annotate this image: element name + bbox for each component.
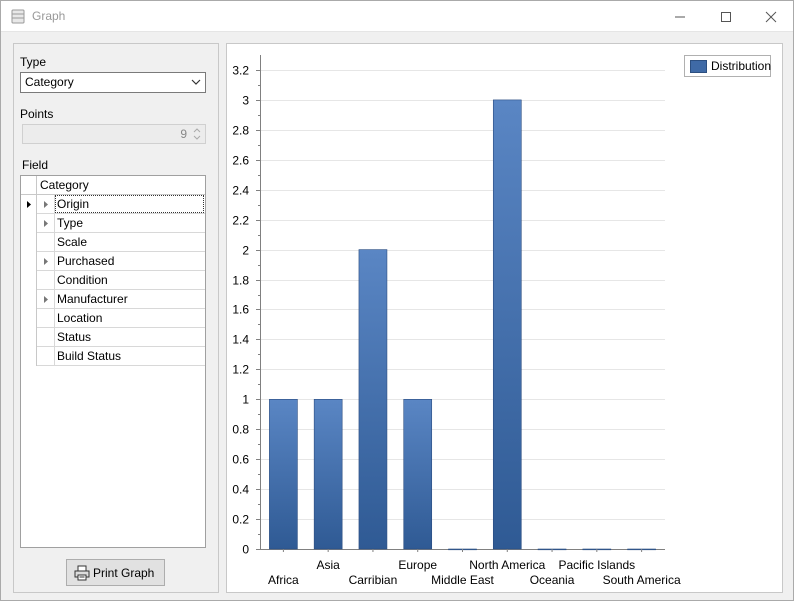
field-row[interactable]: Manufacturer — [21, 290, 205, 309]
legend-label: Distribution — [711, 59, 772, 73]
expand-icon — [44, 201, 48, 208]
row-expander[interactable] — [37, 252, 55, 271]
row-expander[interactable] — [37, 195, 55, 214]
field-row[interactable]: Status — [21, 328, 205, 347]
database-icon — [11, 9, 25, 24]
row-expander — [37, 271, 55, 290]
row-expander[interactable] — [37, 214, 55, 233]
row-selector[interactable] — [21, 252, 37, 271]
field-row[interactable]: Origin — [21, 195, 205, 214]
printer-icon — [74, 565, 90, 581]
print-graph-label: Print Graph — [93, 566, 155, 580]
options-panel: Type Category Points 9 Field Category Or… — [13, 43, 219, 593]
close-button[interactable] — [748, 1, 794, 32]
title-bar[interactable]: Graph — [1, 1, 793, 32]
field-row[interactable]: Location — [21, 309, 205, 328]
type-select[interactable]: Category — [20, 72, 206, 93]
expand-icon — [44, 296, 48, 303]
field-row-label: Purchased — [57, 254, 115, 268]
row-selector[interactable] — [21, 309, 37, 328]
row-selector[interactable] — [21, 233, 37, 252]
row-selector[interactable] — [21, 347, 37, 366]
points-value: 9 — [180, 127, 187, 141]
minimize-button[interactable] — [657, 1, 703, 32]
field-row-label: Type — [57, 216, 84, 230]
points-stepper[interactable]: 9 — [22, 124, 206, 144]
spin-arrows-icon[interactable] — [192, 126, 202, 142]
row-expander[interactable] — [37, 290, 55, 309]
points-label: Points — [20, 107, 54, 121]
chevron-down-icon — [191, 79, 201, 85]
field-row-label: Origin — [57, 197, 90, 211]
row-expander — [37, 347, 55, 366]
minimize-icon — [675, 16, 685, 17]
legend-swatch — [690, 60, 707, 73]
type-label: Type — [20, 55, 47, 69]
row-selector[interactable] — [21, 271, 37, 290]
expand-icon — [44, 258, 48, 265]
print-graph-button[interactable]: Print Graph — [66, 559, 165, 586]
field-row-label: Condition — [57, 273, 108, 287]
grid-corner — [21, 176, 37, 195]
field-row-label: Location — [57, 311, 103, 325]
field-row[interactable]: Type — [21, 214, 205, 233]
row-expander — [37, 328, 55, 347]
field-row-label: Status — [57, 330, 92, 344]
current-row-icon — [27, 201, 31, 208]
type-select-value: Category — [25, 75, 74, 89]
expand-icon — [44, 220, 48, 227]
field-row[interactable]: Build Status — [21, 347, 205, 366]
row-expander — [37, 309, 55, 328]
field-row-label: Manufacturer — [57, 292, 128, 306]
field-row-label: Scale — [57, 235, 88, 249]
row-selector[interactable] — [21, 214, 37, 233]
field-label: Field — [22, 158, 49, 172]
grid-header: Category — [21, 176, 205, 195]
field-row[interactable]: Scale — [21, 233, 205, 252]
maximize-button[interactable] — [703, 1, 749, 32]
window-title: Graph — [32, 9, 66, 23]
maximize-icon — [721, 11, 731, 22]
chart-panel — [226, 43, 783, 593]
graph-window: Graph Type Category Points 9 Field Categ… — [0, 0, 794, 601]
row-selector[interactable] — [21, 290, 37, 309]
field-row[interactable]: Condition — [21, 271, 205, 290]
field-row-label: Build Status — [57, 349, 122, 363]
grid-header-label: Category — [40, 178, 89, 192]
row-selector[interactable] — [21, 195, 37, 214]
field-row[interactable]: Purchased — [21, 252, 205, 271]
chart-legend: Distribution — [684, 55, 771, 77]
field-grid: Category Origin Type Scale Purchased Conditi… — [20, 175, 206, 548]
row-selector[interactable] — [21, 328, 37, 347]
close-icon — [765, 11, 777, 22]
row-expander — [37, 233, 55, 252]
